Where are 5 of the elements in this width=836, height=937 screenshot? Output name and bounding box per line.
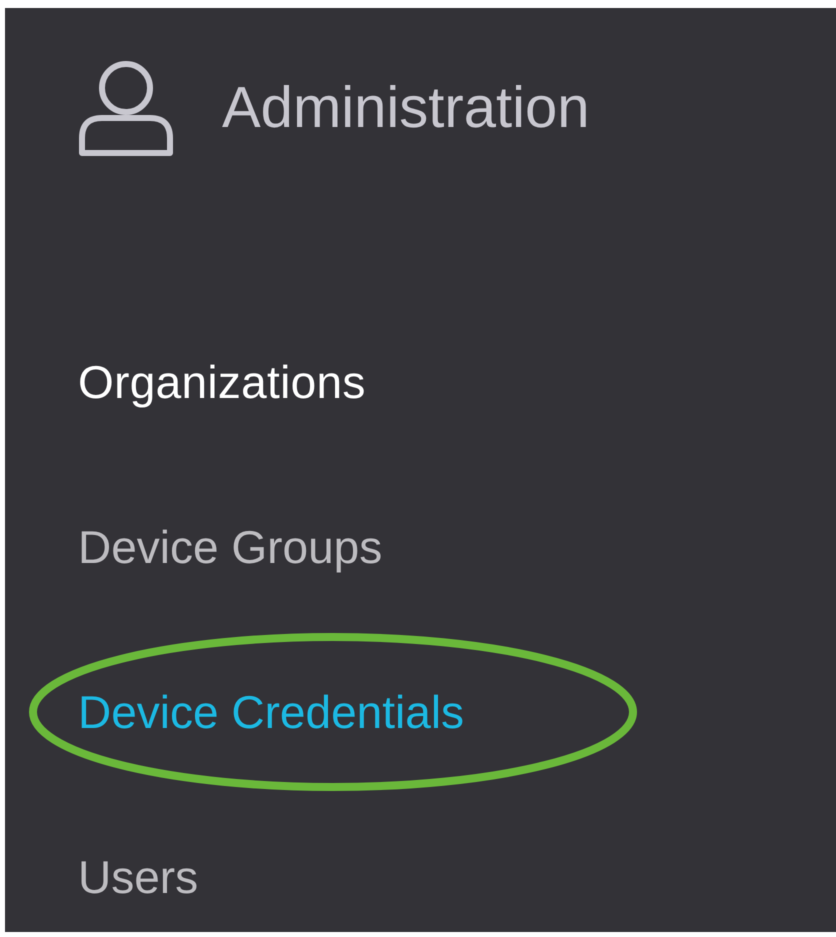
menu-item[interactable]: Device Groups	[78, 520, 382, 574]
section-title: Administration	[222, 74, 590, 140]
menu-item[interactable]: Organizations	[78, 355, 366, 409]
user-icon	[78, 58, 174, 156]
menu-item[interactable]: Users	[78, 850, 198, 904]
